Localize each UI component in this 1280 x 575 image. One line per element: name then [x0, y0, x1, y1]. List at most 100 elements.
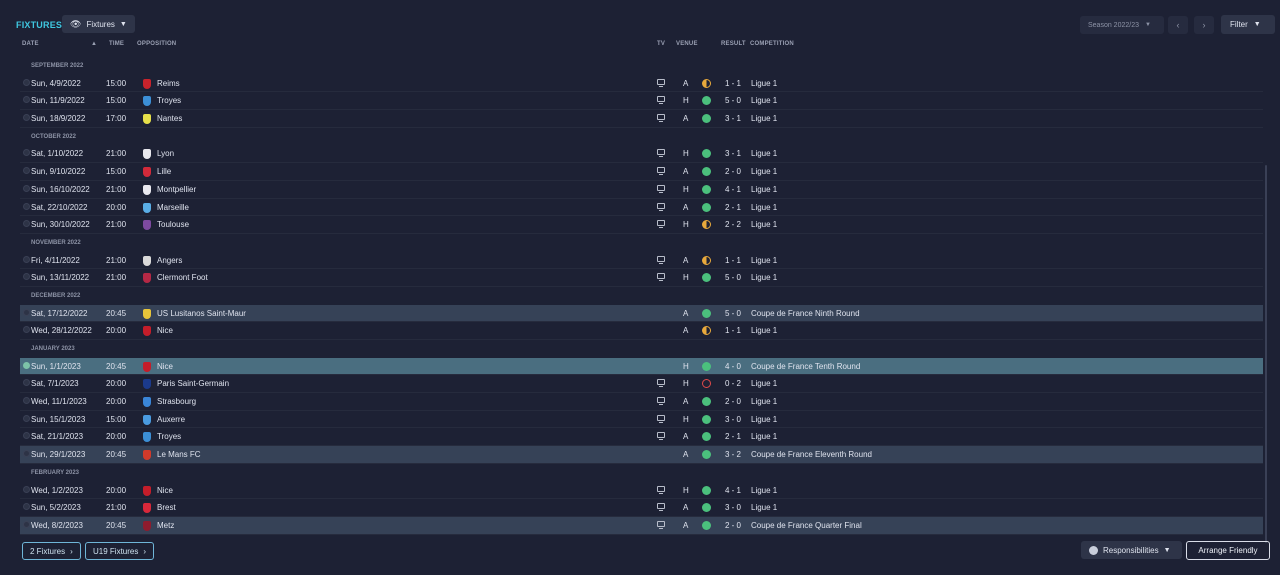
row-select-bullet[interactable]: [23, 149, 30, 157]
club-crest-icon: [143, 220, 151, 231]
competition-name: Ligue 1: [751, 149, 778, 159]
fixture-row[interactable]: Sun, 29/1/2023 20:45 Le Mans FC A 3 - 2 Coupe…: [20, 446, 1263, 464]
club-crest-icon: [143, 397, 151, 408]
opposition-name[interactable]: Le Mans FC: [157, 450, 201, 459]
fixture-row[interactable]: Wed, 1/2/2023 20:00 Nice H 4 - 1 Ligue 1: [20, 482, 1263, 500]
venue: A: [683, 114, 689, 124]
next-season-button[interactable]: ›: [1194, 16, 1214, 34]
fixture-row[interactable]: Fri, 4/11/2022 21:00 Angers A 1 - 1 Ligue 1: [20, 252, 1263, 270]
column-venue[interactable]: VENUE: [676, 41, 698, 47]
column-date[interactable]: DATE: [22, 41, 39, 47]
fixture-row[interactable]: Sat, 7/1/2023 20:00 Paris Saint-Germain H 0 …: [20, 375, 1263, 394]
opposition-name[interactable]: Troyes: [157, 432, 181, 441]
opposition-name[interactable]: Marseille: [157, 203, 189, 212]
fixtures-link[interactable]: 2 Fixtures ›: [22, 542, 81, 560]
fixture-row[interactable]: Sun, 16/10/2022 21:00 Montpellier H 4 - 1 Lig…: [20, 181, 1263, 199]
row-select-bullet[interactable]: [23, 397, 30, 405]
row-select-bullet[interactable]: [23, 450, 30, 458]
venue: A: [683, 326, 689, 336]
column-competition[interactable]: COMPETITION: [750, 41, 794, 47]
result-score: 2 - 0: [725, 167, 742, 177]
win-icon: [702, 167, 711, 177]
fixture-row[interactable]: Sun, 18/9/2022 17:00 Nantes A 3 - 1 Ligue 1: [20, 110, 1263, 128]
row-select-bullet[interactable]: [23, 520, 30, 528]
filter-button[interactable]: Filter ▼: [1221, 15, 1275, 34]
fixture-row[interactable]: Sun, 5/2/2023 21:00 Brest A 3 - 0 Ligue 1: [20, 499, 1263, 517]
fixture-row[interactable]: Sun, 1/1/2023 20:45 Nice H 4 - 0 Coupe de Fra…: [20, 357, 1263, 376]
scrollbar[interactable]: [1265, 165, 1267, 543]
opposition-name[interactable]: Nice: [157, 326, 173, 335]
row-select-bullet[interactable]: [23, 485, 30, 493]
opposition-name[interactable]: Paris Saint-Germain: [157, 379, 229, 388]
row-select-bullet[interactable]: [23, 273, 30, 281]
fixture-row[interactable]: Sat, 22/10/2022 20:00 Marseille A 2 - 1 Ligue…: [20, 199, 1263, 217]
fixture-time: 20:45: [106, 308, 127, 318]
row-select-bullet[interactable]: [23, 114, 30, 122]
fixture-row[interactable]: Sat, 1/10/2022 21:00 Lyon H 3 - 1 Ligue 1: [20, 145, 1263, 164]
row-select-bullet[interactable]: [23, 220, 30, 228]
opposition-name[interactable]: Montpellier: [157, 185, 196, 194]
fixture-row[interactable]: Sun, 4/9/2022 15:00 Reims A 1 - 1 Ligue 1: [20, 75, 1263, 93]
row-select-bullet[interactable]: [23, 379, 30, 387]
opposition-name[interactable]: Strasbourg: [157, 397, 196, 406]
fixture-row[interactable]: Sun, 15/1/2023 15:00 Auxerre H 3 - 0 Ligue 1: [20, 411, 1263, 429]
fixture-date: Wed, 11/1/2023: [31, 397, 87, 407]
opposition-name[interactable]: US Lusitanos Saint-Maur: [157, 309, 246, 318]
row-select-bullet[interactable]: [23, 96, 30, 104]
u19-fixtures-link[interactable]: U19 Fixtures ›: [85, 542, 155, 560]
row-select-bullet[interactable]: [23, 202, 30, 210]
club-crest-icon: [143, 184, 151, 195]
row-select-bullet[interactable]: [23, 78, 30, 86]
row-select-bullet[interactable]: [23, 326, 30, 334]
opposition-name[interactable]: Brest: [157, 503, 176, 512]
opposition-name[interactable]: Lyon: [157, 149, 174, 158]
opposition-name[interactable]: Toulouse: [157, 220, 189, 229]
opposition-name[interactable]: Angers: [157, 256, 182, 265]
arrange-friendly-button[interactable]: Arrange Friendly: [1186, 541, 1270, 560]
season-selector[interactable]: Season 2022/23 ▼: [1080, 16, 1164, 34]
fixture-row[interactable]: Sat, 21/1/2023 20:00 Troyes A 2 - 1 Ligue 1: [20, 428, 1263, 447]
opposition-name[interactable]: Clermont Foot: [157, 273, 208, 282]
fixture-row[interactable]: Sun, 30/10/2022 21:00 Toulouse H 2 - 2 Ligue …: [20, 216, 1263, 234]
view-selector-button[interactable]: 👁 Fixtures ▼: [62, 15, 135, 33]
row-select-bullet[interactable]: [23, 432, 30, 440]
row-select-bullet[interactable]: [23, 503, 30, 511]
opposition-name[interactable]: Nantes: [157, 114, 182, 123]
fixture-time: 20:45: [106, 361, 127, 371]
club-crest-icon: [143, 114, 151, 125]
fixture-row[interactable]: Sun, 11/9/2022 15:00 Troyes H 5 - 0 Ligue 1: [20, 92, 1263, 111]
fixture-row[interactable]: Wed, 8/2/2023 20:45 Metz A 2 - 0 Coupe de Fra…: [20, 516, 1263, 535]
sort-asc-icon: ▲: [91, 41, 98, 47]
row-select-bullet[interactable]: [23, 184, 30, 192]
fixture-row[interactable]: Wed, 11/1/2023 20:00 Strasbourg A 2 - 0 Ligue…: [20, 393, 1263, 411]
month-header: DECEMBER 2022: [31, 292, 81, 299]
fixture-row[interactable]: Sat, 17/12/2022 20:45 US Lusitanos Saint-M…: [20, 304, 1263, 323]
column-time[interactable]: TIME: [109, 41, 124, 47]
opposition-name[interactable]: Nice: [157, 486, 173, 495]
fixture-row[interactable]: Sun, 13/11/2022 21:00 Clermont Foot H 5 - 0 L…: [20, 269, 1263, 287]
opposition-name[interactable]: Nice: [157, 362, 173, 371]
column-opposition[interactable]: OPPOSITION: [137, 41, 176, 47]
club-crest-icon: [143, 149, 151, 160]
opposition-name[interactable]: Metz: [157, 521, 174, 530]
responsibilities-button[interactable]: Responsibilities ▼: [1081, 541, 1182, 559]
row-select-bullet[interactable]: [23, 361, 30, 369]
win-icon: [702, 202, 711, 212]
opposition-name[interactable]: Auxerre: [157, 415, 185, 424]
chevron-right-icon: ›: [143, 546, 147, 556]
win-icon: [702, 149, 711, 159]
opposition-name[interactable]: Lille: [157, 167, 171, 176]
previous-season-button[interactable]: ‹: [1168, 16, 1188, 34]
row-select-bullet[interactable]: [23, 414, 30, 422]
fixture-row[interactable]: Wed, 28/12/2022 20:00 Nice A 1 - 1 Ligue 1: [20, 322, 1263, 340]
club-crest-icon: [143, 414, 151, 425]
column-result[interactable]: RESULT: [721, 41, 746, 47]
venue: A: [683, 167, 689, 177]
opposition-name[interactable]: Reims: [157, 79, 180, 88]
row-select-bullet[interactable]: [23, 167, 30, 175]
row-select-bullet[interactable]: [23, 255, 30, 263]
row-select-bullet[interactable]: [23, 308, 30, 316]
fixture-row[interactable]: Sun, 9/10/2022 15:00 Lille A 2 - 0 Ligue 1: [20, 163, 1263, 181]
column-tv[interactable]: TV: [657, 41, 665, 47]
opposition-name[interactable]: Troyes: [157, 96, 181, 105]
